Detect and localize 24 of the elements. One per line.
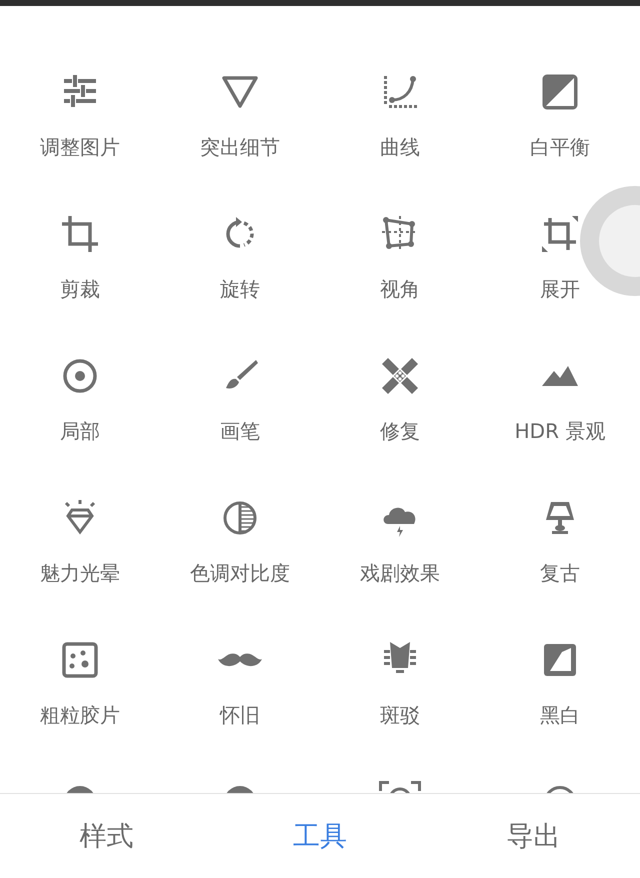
tool-label[interactable]: 色调对比度 xyxy=(190,561,290,585)
tool-label[interactable]: 突出细节 xyxy=(200,135,280,159)
tool-label[interactable]: 白平衡 xyxy=(530,135,590,159)
tool-label[interactable]: 旋转 xyxy=(220,277,260,301)
tool-label[interactable]: 修复 xyxy=(380,419,420,443)
tool-label[interactable]: 剪裁 xyxy=(60,277,100,301)
tool-label[interactable]: 局部 xyxy=(60,419,100,443)
tool-label[interactable]: 曲线 xyxy=(380,135,420,159)
tool-label[interactable]: 魅力光晕 xyxy=(40,561,120,585)
tab[interactable]: 导出 xyxy=(492,810,574,862)
tool-label[interactable]: 视角 xyxy=(380,277,420,301)
tab[interactable]: 样式 xyxy=(66,810,148,862)
tool-label[interactable]: 粗粒胶片 xyxy=(40,703,120,727)
tool-label[interactable]: 斑驳 xyxy=(380,703,420,727)
tool-label[interactable]: 展开 xyxy=(540,277,580,301)
mustache-icon xyxy=(218,653,262,667)
tool-label[interactable]: 戏剧效果 xyxy=(360,561,440,585)
tool-label[interactable]: 调整图片 xyxy=(40,135,120,159)
tool-label[interactable]: HDR 景观 xyxy=(514,419,606,443)
tab[interactable]: 工具 xyxy=(278,810,361,862)
tool-label[interactable]: 画笔 xyxy=(220,419,260,443)
tool-label[interactable]: 黑白 xyxy=(540,703,580,727)
tool-label[interactable]: 复古 xyxy=(540,561,580,585)
tool-label[interactable]: 怀旧 xyxy=(220,703,260,727)
